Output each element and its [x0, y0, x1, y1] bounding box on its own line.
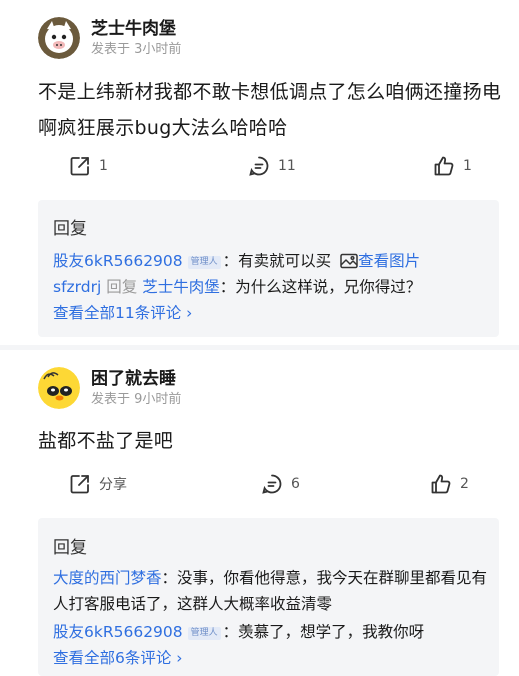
like-icon: [433, 155, 455, 177]
view-all-label: 查看全部6条评论 ›: [53, 649, 183, 667]
reply-item: sfzrdrj 回复 芝士牛肉堡：为什么这样说，兄你得过？: [53, 276, 493, 298]
share-button[interactable]: 分享: [69, 473, 127, 495]
like-icon: [430, 473, 452, 495]
view-all-comments-link[interactable]: 查看全部6条评论 ›: [53, 647, 493, 669]
reply-target-user[interactable]: 芝士牛肉堡: [142, 278, 220, 296]
comment-count: 6: [291, 476, 300, 492]
reply-title: 回复: [53, 219, 87, 239]
comment-button[interactable]: 11: [248, 155, 296, 177]
comment-text: 盐都不盐了是吧: [38, 430, 174, 452]
reply-item: 股友6kR5662908 管理人 ：羡慕了，想学了，我教你呀: [53, 621, 493, 643]
reply-panel: 回复 大度的西门梦香：没事，你看他得意，我今天在群聊里都看见有人打客服电话了，这…: [38, 518, 499, 676]
admin-badge: 管理人: [187, 256, 221, 269]
comment-count: 11: [278, 158, 296, 174]
like-button[interactable]: 2: [430, 473, 469, 495]
avatar[interactable]: [38, 367, 80, 409]
share-icon: [69, 155, 91, 177]
action-bar: 分享 6 2: [0, 473, 519, 503]
share-label: 1: [99, 158, 108, 174]
image-icon: [340, 253, 358, 275]
comment-icon: [248, 155, 270, 177]
share-label: 分享: [99, 477, 127, 493]
reply-word: 回复: [106, 278, 138, 296]
reply-text: ：羡慕了，想学了，我教你呀: [222, 623, 425, 641]
reply-title: 回复: [53, 538, 87, 558]
avatar[interactable]: [38, 17, 80, 59]
comment-card: 芝士牛肉堡 发表于 3小时前 不是上纬新材我都不敢卡想低调点了怎么咱俩还撞扬电啊…: [0, 0, 519, 345]
comment-header: 困了就去睡 发表于 9小时前: [38, 367, 181, 409]
admin-badge: 管理人: [187, 627, 221, 640]
like-count: 1: [463, 158, 472, 174]
action-bar: 1 11 1: [0, 155, 519, 185]
view-image-label: 查看图片: [358, 252, 421, 270]
reply-user[interactable]: sfzrdrj: [53, 278, 101, 296]
reply-user[interactable]: 大度的西门梦香: [53, 569, 162, 587]
share-button[interactable]: 1: [69, 155, 108, 177]
reply-user[interactable]: 股友6kR5662908: [53, 623, 183, 641]
reply-panel: 回复 股友6kR5662908 管理人 ：有卖就可以买 查看图片 sfzrdrj 回…: [38, 200, 499, 337]
view-all-label: 查看全部11条评论 ›: [53, 304, 193, 322]
view-all-comments-link[interactable]: 查看全部11条评论 ›: [53, 302, 493, 324]
reply-item: 股友6kR5662908 管理人 ：有卖就可以买 查看图片: [53, 250, 493, 275]
post-time: 发表于 3小时前: [91, 41, 182, 57]
comment-header: 芝士牛肉堡 发表于 3小时前: [38, 17, 181, 59]
comment-card: 困了就去睡 发表于 9小时前 盐都不盐了是吧 分享 6 2 回复 大度的西门梦香…: [0, 350, 519, 676]
username[interactable]: 困了就去睡: [91, 368, 181, 390]
username[interactable]: 芝士牛肉堡: [91, 18, 181, 40]
reply-text: ：为什么这样说，兄你得过？: [219, 278, 422, 296]
reply-text: ：有卖就可以买: [222, 252, 332, 270]
post-time: 发表于 9小时前: [91, 391, 182, 407]
comment-button[interactable]: 6: [261, 473, 300, 495]
reply-user[interactable]: 股友6kR5662908: [53, 252, 183, 270]
like-count: 2: [460, 476, 469, 492]
share-icon: [69, 473, 91, 495]
comment-icon: [261, 473, 283, 495]
comment-text: 不是上纬新材我都不敢卡想低调点了怎么咱俩还撞扬电啊疯狂展示bug大法么哈哈哈: [38, 81, 502, 139]
view-image-link[interactable]: 查看图片: [336, 252, 420, 270]
like-button[interactable]: 1: [433, 155, 472, 177]
reply-item: 大度的西门梦香：没事，你看他得意，我今天在群聊里都看见有人打客服电话了，这群人大…: [53, 565, 493, 617]
